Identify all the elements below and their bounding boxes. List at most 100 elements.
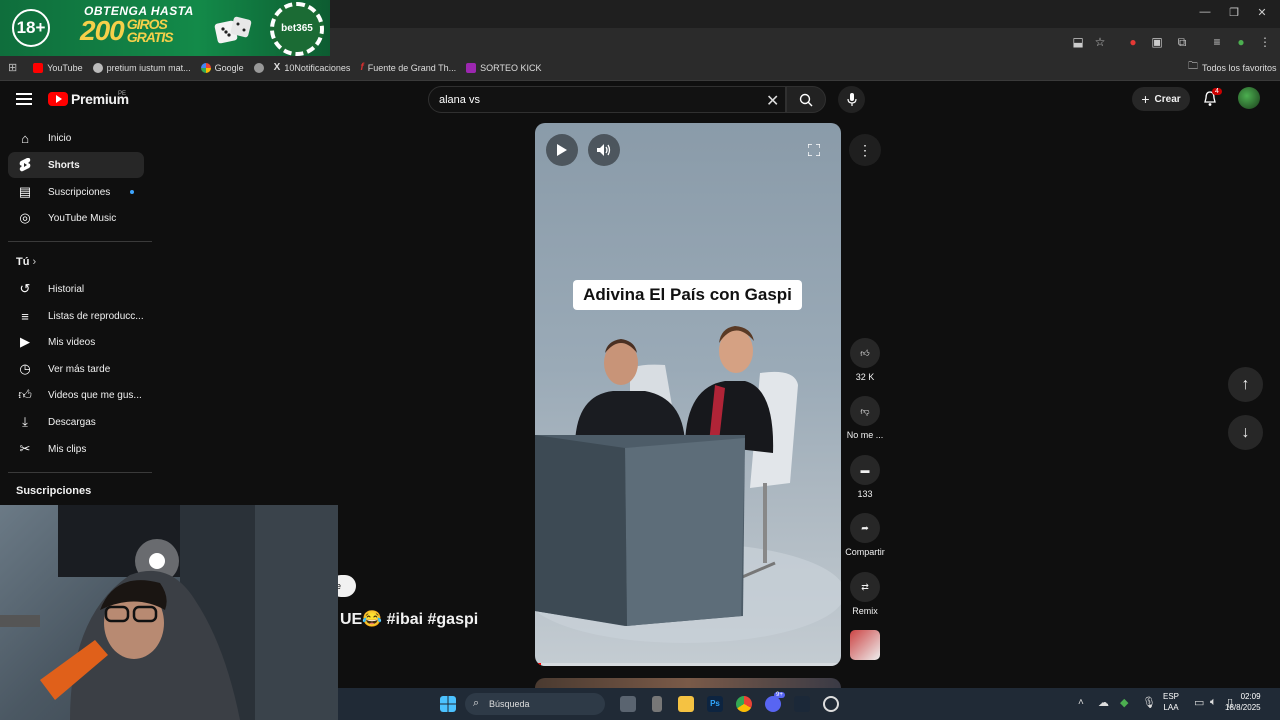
file-explorer-icon[interactable] [678,696,694,712]
app-icon[interactable] [652,696,662,712]
extension-icon[interactable]: ▣ [1149,35,1165,49]
sidebar-item-youtube-music[interactable]: ◎ YouTube Music [8,205,144,231]
sidebar-divider [8,472,152,473]
all-bookmarks-folder[interactable]: 🗀 Todos los favoritos [1188,59,1277,76]
search-input[interactable]: alana vs [428,86,786,113]
bookmark-star-icon[interactable]: ☆ [1092,35,1108,49]
youtube-premium-logo[interactable]: Premium PE [48,91,129,107]
sidebar-item-historial[interactable]: ↺ Historial [8,276,144,302]
sidebar-item-suscripciones[interactable]: ▤ Suscripciones [8,179,144,205]
video-progress-bar[interactable] [535,663,841,666]
bookmark-google[interactable]: Google [200,62,244,73]
install-app-icon[interactable]: ⬓ [1070,35,1086,49]
app-icon[interactable] [823,696,839,712]
sidebar-item-label: YouTube Music [48,212,117,224]
chrome-icon[interactable] [736,696,752,712]
sidebar-item-label: Mis clips [48,443,87,455]
bookmark-pretium[interactable]: pretium iustum mat... [92,62,191,73]
windows-start-icon[interactable] [440,696,456,712]
create-button[interactable]: + Crear [1132,87,1190,111]
microphone-tray-icon[interactable]: 🎙︎ [1142,696,1156,709]
ad-gratis: GRATIS [126,29,174,45]
sidebar-item-ver-mas-tarde[interactable]: ◷ Ver más tarde [8,356,144,382]
bookmark-globe[interactable] [253,62,264,73]
fullscreen-button[interactable] [798,134,830,166]
bookmark-label: pretium iustum mat... [106,62,191,73]
music-icon: ◎ [19,210,31,225]
sound-thumbnail-image [850,630,880,660]
task-view-icon[interactable] [620,696,636,712]
bet365-ad-banner[interactable]: 18+ OBTENGA HASTA 200 GIROS GRATIS bet365 [0,0,330,56]
taskbar-search-box[interactable]: ⌕ Búsqueda [465,693,605,715]
webcam-overlay [0,505,338,720]
extensions-puzzle-icon[interactable]: ⧉ [1174,35,1190,50]
onedrive-icon[interactable]: ☁ [1098,696,1109,709]
chevron-right-icon: › [32,256,37,268]
like-action[interactable]: 👍︎ 32 K [843,338,887,382]
sidebar-section-tu[interactable]: Tú › [16,256,36,268]
chrome-menu-icon[interactable]: ⋮ [1257,35,1273,49]
sidebar-item-videos-que-me-gustan[interactable]: 👍︎ Videos que me gus... [8,382,144,408]
video-frame-illustration [535,326,841,643]
sidebar-section-suscripciones: Suscripciones [16,485,92,497]
remix-action[interactable]: ⇄ Remix [843,572,887,616]
globe-icon [253,62,264,73]
thumbs-up-icon: 👍︎ [850,338,880,368]
network-icon[interactable]: ▭ [1194,696,1204,709]
fullscreen-icon [808,144,820,156]
youtube-icon [33,62,44,73]
short-video-player[interactable]: Adivina El País con Gaspi [535,123,841,666]
sidebar-item-descargas[interactable]: ⤓ Descargas [8,409,144,435]
x-icon: X [273,62,281,73]
chevron-up-icon[interactable]: ˄ [1078,697,1084,708]
search-icon [799,93,813,106]
speaker-icon[interactable]: 🔈︎ [1210,696,1217,709]
sidebar-item-shorts[interactable]: Shorts [8,152,144,178]
sidebar-item-inicio[interactable]: ⌂ Inicio [8,125,144,151]
history-icon: ↺ [19,281,31,296]
clock-icon: ◷ [19,361,31,376]
taskbar-clock[interactable]: 02:09 18/8/2025 [1225,691,1261,713]
input-language-indicator[interactable]: ESP LAA [1163,691,1179,713]
bookmark-fuente-gta[interactable]: f Fuente de Grand Th... [360,62,456,73]
clear-search-icon[interactable]: ✕ [766,91,779,111]
profile-icon[interactable]: ● [1233,35,1249,49]
sidebar-item-mis-videos[interactable]: ▶ Mis videos [8,329,144,355]
play-button[interactable] [546,134,578,166]
region-code: PE [118,91,127,97]
search-icon: ⌕ [473,697,480,709]
sidebar-item-mis-clips[interactable]: ✂ Mis clips [8,436,144,462]
tray-app-icon[interactable]: ◆ [1120,696,1128,709]
comments-action[interactable]: ▬ 133 [843,455,887,499]
like-icon: 👍︎ [18,387,32,402]
folder-icon: 🗀 [1188,61,1198,72]
share-action[interactable]: ➦ Compartir [843,513,887,557]
restore-button[interactable]: ❐ [1224,6,1244,19]
bookmark-youtube[interactable]: YouTube [33,62,83,73]
extension-red-icon[interactable]: ● [1125,35,1141,49]
voice-search-button[interactable] [838,86,865,113]
media-controls-icon[interactable]: ≡ [1209,35,1225,49]
bookmark-10notificaciones[interactable]: X 10Notificaciones [274,62,351,73]
user-avatar[interactable] [1238,87,1260,109]
search-button[interactable] [786,86,826,113]
remix-label: Remix [852,606,878,616]
discord-icon[interactable] [765,696,781,712]
sidebar-item-label: Ver más tarde [48,363,111,375]
steam-icon[interactable] [794,696,810,712]
sound-thumbnail[interactable] [843,630,887,664]
more-options-button[interactable]: ⋮ [849,134,881,166]
volume-button[interactable] [588,134,620,166]
hamburger-menu-icon[interactable] [16,93,32,105]
next-short-button[interactable]: ↓ [1228,415,1263,450]
sidebar-item-label: Descargas [48,416,96,428]
previous-short-button[interactable]: ↑ [1228,367,1263,402]
minimize-button[interactable]: — [1195,6,1215,18]
sidebar-item-listas[interactable]: ≡ Listas de reproducc... [8,303,144,329]
photoshop-icon[interactable]: Ps [707,696,723,712]
apps-grid-icon[interactable]: ⊞ [8,61,17,74]
dislike-action[interactable]: 👎︎ No me ... [843,396,887,440]
bookmark-sorteo-kick[interactable]: SORTEO KICK [466,62,541,73]
notification-count-badge: 4 [1212,88,1222,95]
close-window-button[interactable]: ✕ [1252,6,1272,19]
